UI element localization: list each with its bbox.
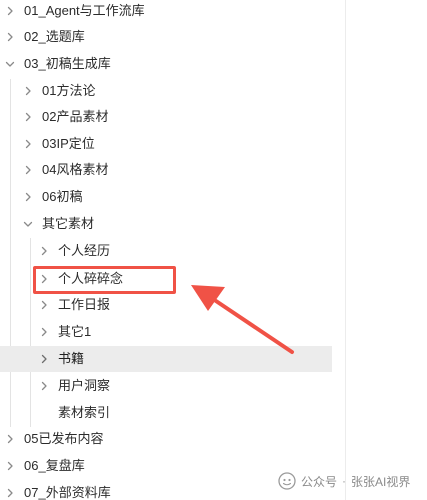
tree-item-label: 书籍 xyxy=(58,351,85,366)
tree-item-methodology[interactable]: 01方法论 xyxy=(0,78,332,104)
chevron-right-icon[interactable] xyxy=(22,164,34,176)
tree-item-label: 03_初稿生成库 xyxy=(24,56,111,71)
chevron-right-icon[interactable] xyxy=(22,111,34,123)
chevron-right-icon[interactable] xyxy=(4,460,16,472)
tree-item-label: 素材索引 xyxy=(58,405,111,420)
wechat-official-account-icon xyxy=(278,472,296,490)
chevron-down-icon[interactable] xyxy=(4,58,16,70)
chevron-right-icon[interactable] xyxy=(22,85,34,97)
tree-item-personal-experience[interactable]: 个人经历 xyxy=(0,238,332,264)
tree-item-label: 03IP定位 xyxy=(42,136,95,151)
tree-item-topic-library[interactable]: 02_选题库 xyxy=(0,24,332,50)
tree-item-label: 个人碎碎念 xyxy=(58,271,124,286)
chevron-down-icon[interactable] xyxy=(22,218,34,230)
tree-item-agent-workflow[interactable]: 01_Agent与工作流库 xyxy=(0,0,332,24)
tree-item-material-index[interactable]: 素材索引 xyxy=(0,400,332,426)
chevron-right-icon[interactable] xyxy=(38,299,50,311)
watermark-separator: · xyxy=(342,474,347,488)
watermark-account: 张张AI视界 xyxy=(351,474,411,489)
tree-item-label: 01_Agent与工作流库 xyxy=(24,3,145,18)
tree-item-other-materials[interactable]: 其它素材 xyxy=(0,211,332,237)
tree-item-first-drafts[interactable]: 06初稿 xyxy=(0,184,332,210)
tree-item-label: 其它1 xyxy=(58,324,92,339)
tree-item-label: 05已发布内容 xyxy=(24,431,104,446)
chevron-right-icon[interactable] xyxy=(38,380,50,392)
tree-item-label: 02_选题库 xyxy=(24,29,85,44)
tree-item-label: 个人经历 xyxy=(58,243,111,258)
tree-item-label: 用户洞察 xyxy=(58,378,111,393)
chevron-right-icon[interactable] xyxy=(38,326,50,338)
tree-item-draft-library[interactable]: 03_初稿生成库 xyxy=(0,51,332,77)
chevron-right-icon[interactable] xyxy=(4,31,16,43)
tree-item-label: 06_复盘库 xyxy=(24,458,85,473)
chevron-right-icon[interactable] xyxy=(38,273,50,285)
tree-item-ip-positioning[interactable]: 03IP定位 xyxy=(0,131,332,157)
tree-item-product-materials[interactable]: 02产品素材 xyxy=(0,104,332,130)
chevron-right-icon[interactable] xyxy=(22,191,34,203)
chevron-right-icon[interactable] xyxy=(22,138,34,150)
tree-item-label: 02产品素材 xyxy=(42,109,109,124)
tree-item-label: 07_外部资料库 xyxy=(24,485,111,500)
tree-item-label: 01方法论 xyxy=(42,83,96,98)
chevron-right-icon[interactable] xyxy=(38,353,50,365)
tree-item-label: 其它素材 xyxy=(42,216,95,231)
tree-item-style-materials[interactable]: 04风格素材 xyxy=(0,157,332,183)
red-arrow-icon xyxy=(191,285,294,354)
watermark: 公众号 · 张张AI视界 xyxy=(278,472,410,490)
chevron-right-icon[interactable] xyxy=(4,5,16,17)
file-tree-panel: 01_Agent与工作流库 02_选题库 03_初稿生成库 01方法论 02产品… xyxy=(0,0,346,500)
chevron-right-icon[interactable] xyxy=(38,245,50,257)
watermark-platform: 公众号 xyxy=(301,474,338,489)
chevron-right-icon[interactable] xyxy=(4,433,16,445)
tree-item-user-insights[interactable]: 用户洞察 xyxy=(0,373,332,399)
tree-item-label: 04风格素材 xyxy=(42,162,109,177)
tree-item-label: 06初稿 xyxy=(42,189,83,204)
chevron-right-icon[interactable] xyxy=(4,487,16,499)
tree-item-label: 工作日报 xyxy=(58,297,111,312)
tree-item-published-content[interactable]: 05已发布内容 xyxy=(0,426,332,452)
